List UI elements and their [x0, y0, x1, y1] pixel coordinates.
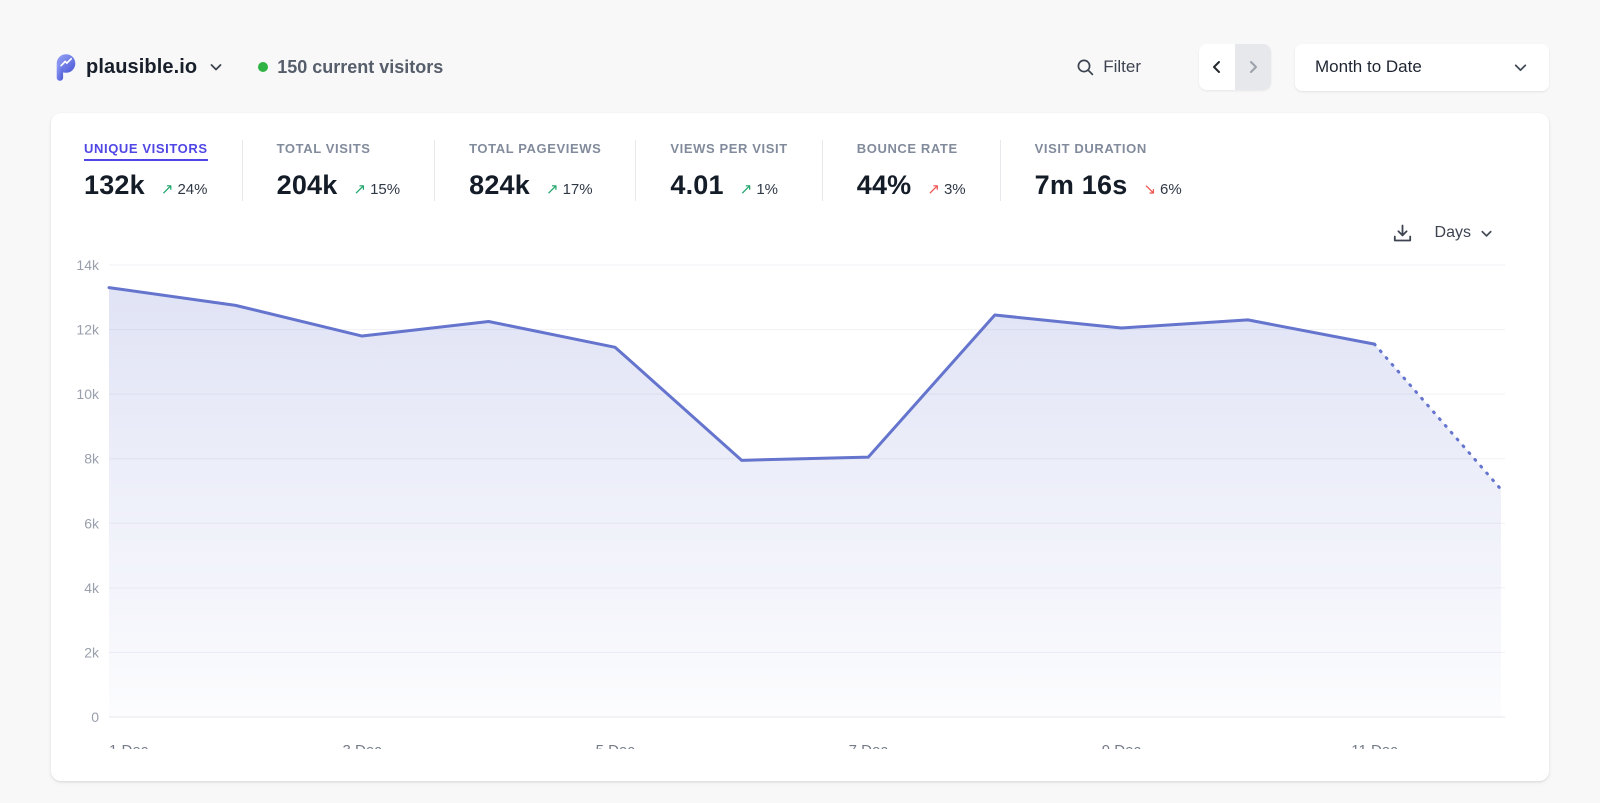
tab-bounce-rate[interactable]: BOUNCE RATE 44% ↗3%	[822, 140, 1000, 201]
top-bar-controls: Filter Month to Date	[1066, 44, 1549, 91]
date-range-label: Month to Date	[1315, 57, 1422, 77]
trend-up-icon: ↗	[354, 180, 367, 198]
stat-value: 4.01	[670, 170, 723, 201]
visitors-area-chart: 0 2k 4k 6k 8k 10k 12k 14k 1 Dec 3 Dec 5 Dec 7 Dec 9 …	[59, 249, 1505, 749]
chevron-right-icon	[1246, 60, 1260, 74]
stat-value: 132k	[84, 170, 145, 201]
stat-change: ↗1%	[740, 180, 778, 198]
stat-change-value: 15%	[370, 181, 400, 198]
stat-label: VIEWS PER VISIT	[670, 141, 787, 161]
stat-change-value: 24%	[177, 181, 207, 198]
svg-text:0: 0	[91, 709, 99, 725]
chevron-down-icon	[1512, 59, 1529, 76]
metric-tabs: UNIQUE VISITORS 132k ↗24% TOTAL VISITS 2…	[51, 113, 1549, 201]
filter-label: Filter	[1103, 57, 1141, 77]
interval-dropdown[interactable]: Days	[1435, 224, 1494, 242]
next-period-button[interactable]	[1235, 44, 1271, 90]
tab-unique-visitors[interactable]: UNIQUE VISITORS 132k ↗24%	[84, 140, 242, 201]
filter-button[interactable]: Filter	[1066, 51, 1151, 83]
visitors-chart: 0 2k 4k 6k 8k 10k 12k 14k 1 Dec 3 Dec 5 Dec 7 Dec 9 …	[51, 249, 1549, 749]
current-visitors-label: 150 current visitors	[277, 57, 443, 78]
stat-change-value: 1%	[756, 181, 778, 198]
svg-text:2k: 2k	[84, 644, 100, 660]
dashboard-page: plausible.io 150 current visitors Filter	[0, 0, 1600, 803]
stat-label: VISIT DURATION	[1035, 141, 1147, 161]
top-bar: plausible.io 150 current visitors Filter	[0, 0, 1600, 98]
date-range-dropdown[interactable]: Month to Date	[1295, 44, 1549, 91]
stat-value: 824k	[469, 170, 530, 201]
search-icon	[1076, 58, 1095, 77]
tab-total-visits[interactable]: TOTAL VISITS 204k ↗15%	[242, 140, 434, 201]
tab-total-pageviews[interactable]: TOTAL PAGEVIEWS 824k ↗17%	[434, 140, 635, 201]
site-switcher[interactable]: plausible.io	[51, 54, 224, 81]
stat-label: UNIQUE VISITORS	[84, 141, 208, 161]
stat-label: TOTAL PAGEVIEWS	[469, 141, 601, 161]
chart-toolbar: Days	[51, 201, 1549, 249]
stat-change: ↗15%	[354, 180, 401, 198]
stat-value: 7m 16s	[1035, 170, 1128, 201]
svg-text:10k: 10k	[76, 386, 100, 402]
tab-visit-duration[interactable]: VISIT DURATION 7m 16s ↘6%	[1000, 140, 1216, 201]
stat-change-value: 6%	[1160, 181, 1182, 198]
stat-change-value: 17%	[563, 181, 593, 198]
svg-text:6k: 6k	[84, 515, 100, 531]
stat-change: ↗17%	[546, 180, 593, 198]
tab-views-per-visit[interactable]: VIEWS PER VISIT 4.01 ↗1%	[635, 140, 821, 201]
stat-change: ↘6%	[1143, 180, 1181, 198]
interval-label: Days	[1435, 224, 1471, 242]
trend-up-icon: ↗	[546, 180, 559, 198]
stat-change-value: 3%	[944, 181, 966, 198]
chevron-down-icon	[1479, 226, 1494, 241]
svg-text:11 Dec: 11 Dec	[1351, 742, 1398, 749]
chevron-left-icon	[1210, 60, 1224, 74]
svg-text:3 Dec: 3 Dec	[342, 742, 382, 749]
svg-text:4k: 4k	[84, 580, 100, 596]
svg-text:14k: 14k	[76, 257, 100, 273]
chevron-down-icon	[208, 59, 224, 75]
date-pager	[1199, 44, 1271, 90]
download-icon	[1392, 223, 1413, 244]
previous-period-button[interactable]	[1199, 44, 1235, 90]
trend-up-icon: ↗	[740, 180, 753, 198]
svg-text:8k: 8k	[84, 451, 100, 467]
plausible-logo-icon	[51, 54, 77, 81]
trend-up-icon: ↗	[161, 180, 174, 198]
analytics-card: UNIQUE VISITORS 132k ↗24% TOTAL VISITS 2…	[51, 113, 1549, 781]
svg-text:9 Dec: 9 Dec	[1102, 742, 1142, 749]
live-indicator-dot	[258, 62, 268, 72]
stat-change: ↗24%	[161, 180, 208, 198]
current-visitors-link[interactable]: 150 current visitors	[258, 57, 443, 78]
stat-label: BOUNCE RATE	[857, 141, 958, 161]
trend-down-icon: ↘	[1143, 180, 1156, 198]
stat-value: 44%	[857, 170, 912, 201]
svg-text:7 Dec: 7 Dec	[849, 742, 889, 749]
site-name: plausible.io	[86, 56, 197, 79]
stat-label: TOTAL VISITS	[277, 141, 371, 161]
trend-up-icon: ↗	[927, 180, 940, 198]
export-button[interactable]	[1392, 223, 1413, 244]
svg-text:5 Dec: 5 Dec	[596, 742, 636, 749]
stat-value: 204k	[277, 170, 338, 201]
stat-change: ↗3%	[927, 180, 965, 198]
svg-text:12k: 12k	[76, 322, 100, 338]
svg-text:1 Dec: 1 Dec	[109, 742, 149, 749]
